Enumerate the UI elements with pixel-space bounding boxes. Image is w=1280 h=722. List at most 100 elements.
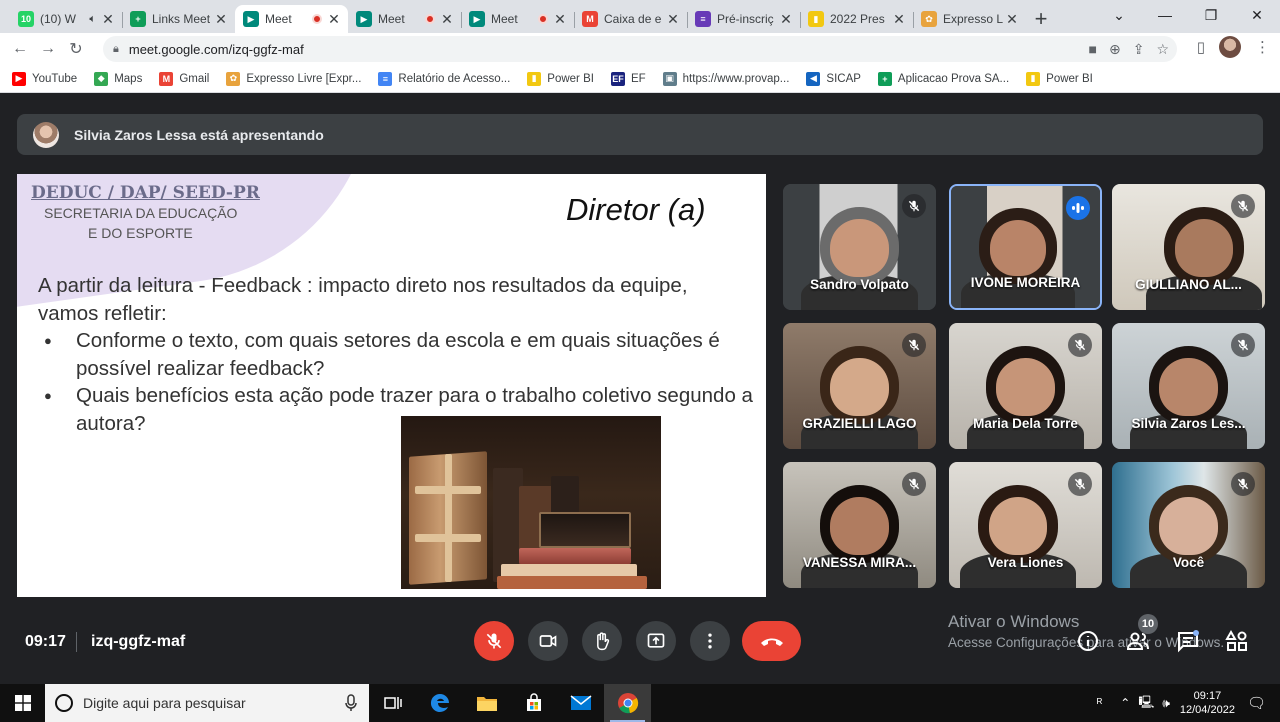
taskbar-store[interactable] xyxy=(510,684,557,722)
browser-tab[interactable]: + Links Meet ✕ xyxy=(122,5,235,33)
bookmark-item[interactable]: ◆ Maps xyxy=(94,71,143,86)
bookmark-item[interactable]: EF EF xyxy=(610,71,646,86)
present-screen-button[interactable] xyxy=(636,621,676,661)
bookmark-item[interactable]: ✿ Expresso Livre [Expr... xyxy=(226,71,361,86)
bookmark-item[interactable]: ▣ https://www.provap... xyxy=(662,71,789,86)
taskbar-file-explorer[interactable] xyxy=(463,684,510,722)
tab-search-icon[interactable]: ⌄ xyxy=(1096,0,1142,30)
taskbar-edge[interactable] xyxy=(416,684,463,722)
muted-mic-icon xyxy=(1231,472,1255,496)
notifications-icon[interactable]: 🗨︎ xyxy=(1247,694,1266,712)
more-options-button[interactable] xyxy=(690,621,730,661)
taskbar-clock[interactable]: 09:17 12/04/2022 xyxy=(1180,689,1235,717)
tab-close-icon[interactable]: ✕ xyxy=(780,11,792,28)
browser-tab[interactable]: ≡ Pré-inscriç ✕ xyxy=(687,5,800,33)
meeting-details-button[interactable] xyxy=(1073,626,1103,656)
meet-icon: ▶ xyxy=(356,11,372,27)
chat-button[interactable] xyxy=(1173,626,1203,656)
activities-button[interactable] xyxy=(1222,626,1252,656)
bookmark-label: Power BI xyxy=(547,72,594,85)
microphone-icon[interactable] xyxy=(345,694,357,712)
task-view-button[interactable] xyxy=(369,684,416,722)
browser-tab[interactable]: ✿ Expresso L ✕ xyxy=(913,5,1026,33)
participant-tile[interactable]: Sandro Volpato xyxy=(783,184,936,310)
meet-icon: ▶ xyxy=(243,11,259,27)
restore-button[interactable]: ❐ xyxy=(1188,0,1234,30)
forward-button[interactable]: → xyxy=(34,35,62,63)
tab-close-icon[interactable]: ✕ xyxy=(102,11,114,28)
tab-close-icon[interactable]: ✕ xyxy=(1006,11,1018,28)
browser-tab[interactable]: 10 (10) W 🔈︎ ✕ xyxy=(10,5,122,33)
browser-tab[interactable]: ▮ 2022 Pres ✕ xyxy=(800,5,913,33)
start-button[interactable] xyxy=(0,684,45,722)
participant-tile[interactable]: GIULLIANO AL... xyxy=(1112,184,1265,310)
participant-tile[interactable]: Silvia Zaros Les... xyxy=(1112,323,1265,449)
network-icon[interactable]: 🖳︎ xyxy=(1138,693,1154,714)
bookmark-star-icon[interactable]: ☆ xyxy=(1156,41,1169,58)
new-tab-button[interactable]: + xyxy=(1026,5,1056,33)
tab-audio-icon[interactable]: 🔈︎ xyxy=(89,13,96,26)
divider xyxy=(76,632,77,652)
back-button[interactable]: ← xyxy=(6,35,34,63)
browser-tab[interactable]: M Caixa de e ✕ xyxy=(574,5,687,33)
raise-hand-button[interactable] xyxy=(582,621,622,661)
taskbar-mail[interactable] xyxy=(557,684,604,722)
bookmark-item[interactable]: M Gmail xyxy=(159,71,209,86)
menu-kebab-icon[interactable]: ⋮ xyxy=(1255,38,1270,56)
bookmark-item[interactable]: + Aplicacao Prova SA... xyxy=(877,71,1010,86)
bookmark-item[interactable]: ▶ YouTube xyxy=(12,71,77,86)
side-panel-icon[interactable]: ▯ xyxy=(1197,38,1205,56)
bookmark-label: Maps xyxy=(114,72,143,85)
expresso-icon: ✿ xyxy=(921,11,937,27)
participant-tile[interactable]: Você xyxy=(1112,462,1265,588)
bookmark-item[interactable]: ≡ Relatório de Acesso... xyxy=(378,71,510,86)
muted-mic-icon xyxy=(902,333,926,357)
tab-close-icon[interactable]: ✕ xyxy=(328,11,340,28)
slide-body: A partir da leitura - Feedback : impacto… xyxy=(38,272,753,437)
meeting-time: 09:17 xyxy=(25,633,66,650)
tab-title: (10) W xyxy=(40,12,76,26)
bookmark-label: SICAP xyxy=(826,72,861,85)
bookmark-item[interactable]: ▮ Power BI xyxy=(1026,71,1093,86)
tab-close-icon[interactable]: ✕ xyxy=(554,11,566,28)
browser-tab[interactable]: ▶ Meet ✕ xyxy=(348,5,461,33)
share-icon[interactable]: ⇪ xyxy=(1133,41,1145,58)
camera-toggle-button[interactable] xyxy=(528,621,568,661)
participant-tile[interactable]: Vera Liones xyxy=(949,462,1102,588)
camera-indicator-icon[interactable]: ■ xyxy=(1089,41,1097,57)
tab-title: Meet xyxy=(491,12,518,26)
browser-tab[interactable]: ▶ Meet ✕ xyxy=(235,5,348,33)
show-hidden-icons-icon[interactable]: ⌃ xyxy=(1120,696,1130,710)
people-tray-icon[interactable]: ᴿ xyxy=(1097,696,1102,710)
tab-close-icon[interactable]: ✕ xyxy=(441,11,453,28)
minimize-button[interactable]: — xyxy=(1142,0,1188,30)
system-tray: ᴿ ⌃ 🖳︎ 🕪︎ 09:17 12/04/2022 🗨︎ xyxy=(1097,684,1280,722)
tab-close-icon[interactable]: ✕ xyxy=(893,11,905,28)
meet-icon: ▶ xyxy=(469,11,485,27)
reload-button[interactable]: ↻ xyxy=(62,35,90,63)
address-bar[interactable]: 🔒︎ meet.google.com/izq-ggfz-maf ■ ⊕ ⇪ ☆ xyxy=(103,36,1177,62)
hangup-icon xyxy=(760,638,783,646)
taskbar-search[interactable]: Digite aqui para pesquisar xyxy=(45,684,369,722)
bookmark-item[interactable]: ◀ SICAP xyxy=(806,71,861,86)
participant-tile[interactable]: GRAZIELLI LAGO xyxy=(783,323,936,449)
tab-close-icon[interactable]: ✕ xyxy=(667,11,679,28)
taskbar-chrome[interactable] xyxy=(604,684,651,722)
leave-call-button[interactable] xyxy=(742,621,801,661)
participant-tile[interactable]: Maria Dela Torre xyxy=(949,323,1102,449)
participant-name: GIULLIANO AL... xyxy=(1135,277,1242,292)
mic-toggle-button[interactable] xyxy=(474,621,514,661)
tab-close-icon[interactable]: ✕ xyxy=(215,11,227,28)
profile-avatar[interactable] xyxy=(1219,36,1241,58)
bookmark-item[interactable]: ▮ Power BI xyxy=(527,71,594,86)
browser-tab[interactable]: ▶ Meet ✕ xyxy=(461,5,574,33)
browser-tab-strip: 10 (10) W 🔈︎ ✕ + Links Meet ✕ ▶ Meet ✕ ▶ Meet ✕ ▶ Meet… xyxy=(0,0,1280,33)
participant-tile[interactable]: IVONE MOREIRA xyxy=(949,184,1102,310)
muted-mic-icon xyxy=(1068,333,1092,357)
participant-tile[interactable]: VANESSA MIRA... xyxy=(783,462,936,588)
zoom-icon[interactable]: ⊕ xyxy=(1109,41,1121,58)
close-window-button[interactable]: ✕ xyxy=(1234,0,1280,30)
volume-icon[interactable]: 🕪︎ xyxy=(1162,696,1170,711)
bookmark-label: Aplicacao Prova SA... xyxy=(897,72,1010,85)
recording-indicator-icon xyxy=(425,14,435,24)
